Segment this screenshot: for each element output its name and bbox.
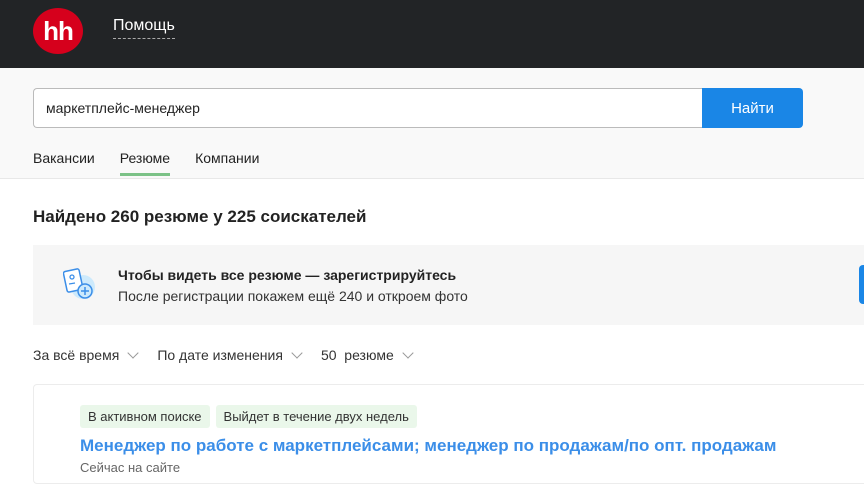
results-count-heading: Найдено 260 резюме у 225 соискателей xyxy=(33,207,367,226)
header: hh Помощь xyxy=(0,0,864,68)
register-button[interactable] xyxy=(859,265,864,304)
page-size-filter[interactable]: 50 резюме xyxy=(320,347,414,363)
tab-vacancies[interactable]: Вакансии xyxy=(33,150,95,176)
resume-card: В активном поиске Выйдет в течение двух … xyxy=(33,384,864,484)
chevron-down-icon xyxy=(291,347,303,359)
resume-badges: В активном поиске Выйдет в течение двух … xyxy=(80,405,417,428)
resume-add-icon xyxy=(63,268,95,299)
filters: За всё время По дате изменения 50 резюме xyxy=(33,347,432,363)
search-tabs: Вакансии Резюме Компании xyxy=(33,150,284,176)
help-link[interactable]: Помощь xyxy=(113,17,175,39)
banner-title: Чтобы видеть все резюме — зарегистрируйт… xyxy=(118,267,457,283)
search-button[interactable]: Найти xyxy=(702,88,803,128)
banner-subtitle: После регистрации покажем ещё 240 и откр… xyxy=(118,288,468,304)
register-banner: Чтобы видеть все резюме — зарегистрируйт… xyxy=(33,245,864,325)
chevron-down-icon xyxy=(402,347,414,359)
search-input[interactable] xyxy=(33,88,703,128)
page-size-label: 50 резюме xyxy=(320,347,394,363)
search-section: Найти Вакансии Резюме Компании xyxy=(0,68,864,179)
sort-filter-label: По дате изменения xyxy=(157,347,283,363)
online-status: Сейчас на сайте xyxy=(80,460,181,475)
status-badge: Выйдет в течение двух недель xyxy=(215,405,417,428)
period-filter-label: За всё время xyxy=(33,347,120,363)
tab-resumes[interactable]: Резюме xyxy=(119,150,171,176)
status-badge: В активном поиске xyxy=(80,405,210,428)
tab-companies[interactable]: Компании xyxy=(195,150,259,176)
sort-filter[interactable]: По дате изменения xyxy=(157,347,303,363)
period-filter[interactable]: За всё время xyxy=(33,347,139,363)
hh-logo[interactable]: hh xyxy=(33,8,83,54)
resume-title-link[interactable]: Менеджер по работе с маркетплейсами; мен… xyxy=(80,436,776,456)
chevron-down-icon xyxy=(127,347,139,359)
